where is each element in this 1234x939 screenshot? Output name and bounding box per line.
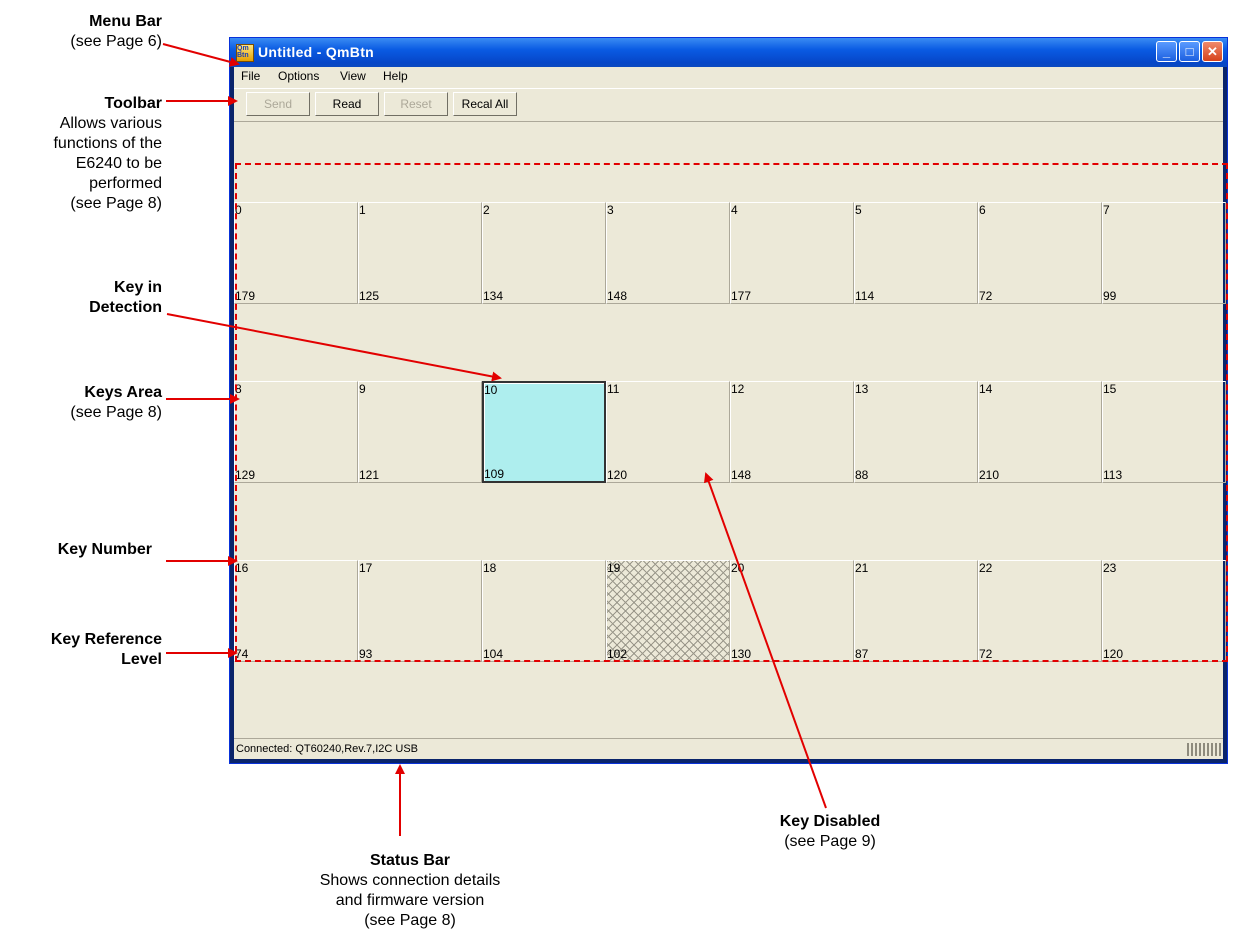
window-title: Untitled - QmBtn <box>258 44 375 60</box>
callout-line: (see Page 8) <box>364 912 456 929</box>
callout-line: (see Page 9) <box>784 833 876 850</box>
title-bar[interactable]: Qm Btn Untitled - QmBtn _ □ ✕ <box>230 38 1227 67</box>
callout-title: Key Number <box>57 541 152 558</box>
callout-line: (see Page 8) <box>70 195 162 212</box>
callout-line: Allows various <box>59 115 162 132</box>
menu-options[interactable]: Options <box>278 69 319 83</box>
close-button[interactable]: ✕ <box>1202 41 1223 62</box>
callout-line: (see Page 8) <box>70 404 162 421</box>
recal-all-button[interactable]: Recal All <box>453 92 517 116</box>
callout-keys-area: Keys Area (see Page 8) <box>20 383 162 423</box>
reset-button[interactable]: Reset <box>384 92 448 116</box>
callout-key-number: Key Number <box>20 540 152 560</box>
callout-line: Shows connection details <box>319 872 501 889</box>
menu-help[interactable]: Help <box>383 69 408 83</box>
menu-bar: File Options View Help <box>234 67 1223 87</box>
callout-key-disabled: Key Disabled (see Page 9) <box>750 812 910 852</box>
status-bar: Connected: QT60240,Rev.7,I2C USB <box>234 738 1223 759</box>
status-text: Connected: QT60240,Rev.7,I2C USB <box>236 743 419 755</box>
callout-status-bar: Status Bar Shows connection details and … <box>300 851 520 931</box>
maximize-button[interactable]: □ <box>1179 41 1200 62</box>
callout-title: Key Disabled <box>779 813 881 830</box>
callout-title: Toolbar <box>104 95 162 112</box>
callout-line: Key Reference <box>50 631 162 648</box>
callout-line: Key in <box>113 279 162 296</box>
callout-line: functions of the <box>53 135 162 152</box>
callout-title: Keys Area <box>84 384 162 401</box>
menu-file[interactable]: File <box>241 69 260 83</box>
toolbar: Send Read Reset Recal All <box>234 88 1223 122</box>
callout-key-in-detection: Key in Detection <box>40 278 162 318</box>
callout-title: Menu Bar <box>89 13 162 30</box>
callout-line: Level <box>121 651 162 668</box>
callout-line: Detection <box>89 299 162 316</box>
arrow-menu-bar <box>162 43 240 67</box>
callout-title: Status Bar <box>369 852 451 869</box>
callout-line: (see Page 6) <box>70 33 162 50</box>
callout-menu-bar: Menu Bar (see Page 6) <box>40 12 162 52</box>
app-icon[interactable]: Qm Btn <box>236 44 254 62</box>
callout-line: and firmware version <box>335 892 485 909</box>
callout-line: E6240 to be <box>75 155 162 172</box>
callout-line: performed <box>89 175 162 192</box>
send-button[interactable]: Send <box>246 92 310 116</box>
minimize-button[interactable]: _ <box>1156 41 1177 62</box>
callout-key-reference-level: Key Reference Level <box>10 630 162 670</box>
read-button[interactable]: Read <box>315 92 379 116</box>
callout-toolbar: Toolbar Allows various functions of the … <box>10 94 162 214</box>
resize-grip-icon[interactable] <box>1187 743 1221 756</box>
menu-view[interactable]: View <box>340 69 366 83</box>
keys-area-outline <box>235 163 1228 662</box>
